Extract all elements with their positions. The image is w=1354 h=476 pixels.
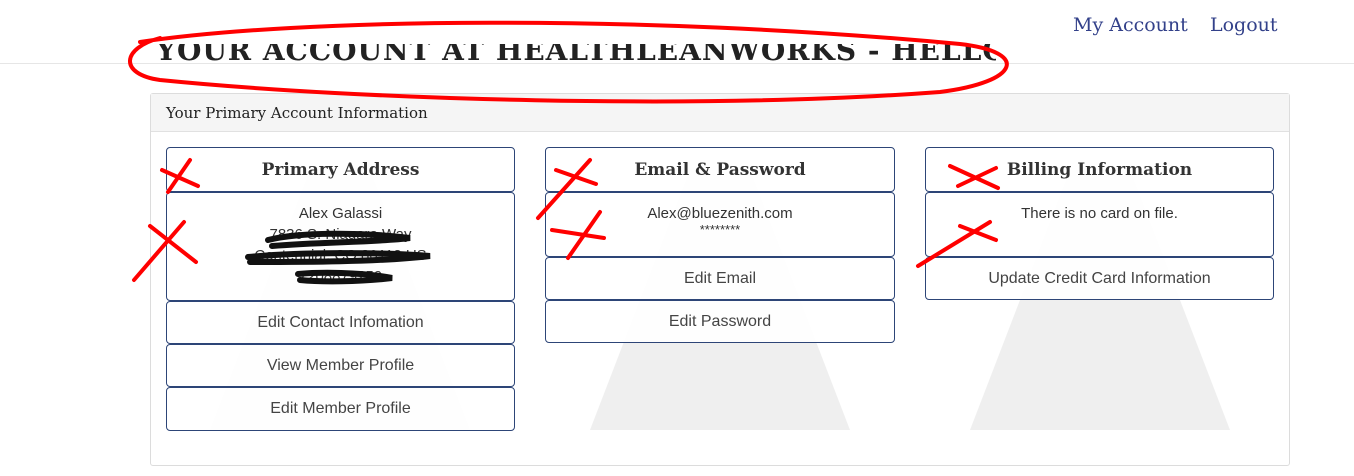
my-account-link[interactable]: My Account bbox=[1073, 14, 1188, 36]
no-card-message: There is no card on file. bbox=[1021, 205, 1178, 222]
contact-street: 7836 S. Niagara Way bbox=[269, 226, 412, 243]
password-mask: ******** bbox=[699, 222, 741, 237]
edit-password-button[interactable]: Edit Password bbox=[545, 300, 895, 343]
primary-address-header: Primary Address bbox=[166, 147, 515, 192]
billing-details: There is no card on file. bbox=[925, 192, 1274, 257]
account-email: Alex@bluezenith.com bbox=[647, 205, 793, 222]
update-credit-card-button[interactable]: Update Credit Card Information bbox=[925, 257, 1274, 300]
page-title: YOUR ACCOUNT AT HEALTHLEANWORKS - HELLO … bbox=[156, 44, 996, 67]
email-password-title: Email & Password bbox=[634, 159, 806, 180]
contact-city: Centennial, CO 80112 US bbox=[254, 247, 427, 264]
email-password-details: Alex@bluezenith.com ******** bbox=[545, 192, 895, 257]
billing-information-title: Billing Information bbox=[1006, 159, 1193, 180]
logout-link[interactable]: Logout bbox=[1210, 14, 1278, 36]
primary-address-details: Alex Galassi 7836 S. Niagara Way Centenn… bbox=[166, 192, 515, 301]
panel-title: Your Primary Account Information bbox=[166, 104, 428, 122]
primary-address-title: Primary Address bbox=[261, 159, 420, 180]
edit-member-profile-button[interactable]: Edit Member Profile bbox=[166, 387, 515, 431]
contact-name: Alex Galassi bbox=[298, 205, 383, 222]
billing-information-header: Billing Information bbox=[925, 147, 1274, 192]
email-password-header: Email & Password bbox=[545, 147, 895, 192]
edit-contact-information-button[interactable]: Edit Contact Infomation bbox=[166, 301, 515, 344]
view-member-profile-button[interactable]: View Member Profile bbox=[166, 344, 515, 387]
panel-header: Your Primary Account Information bbox=[151, 94, 1289, 132]
contact-phone: 7208879259 bbox=[298, 268, 383, 285]
edit-email-button[interactable]: Edit Email bbox=[545, 257, 895, 300]
